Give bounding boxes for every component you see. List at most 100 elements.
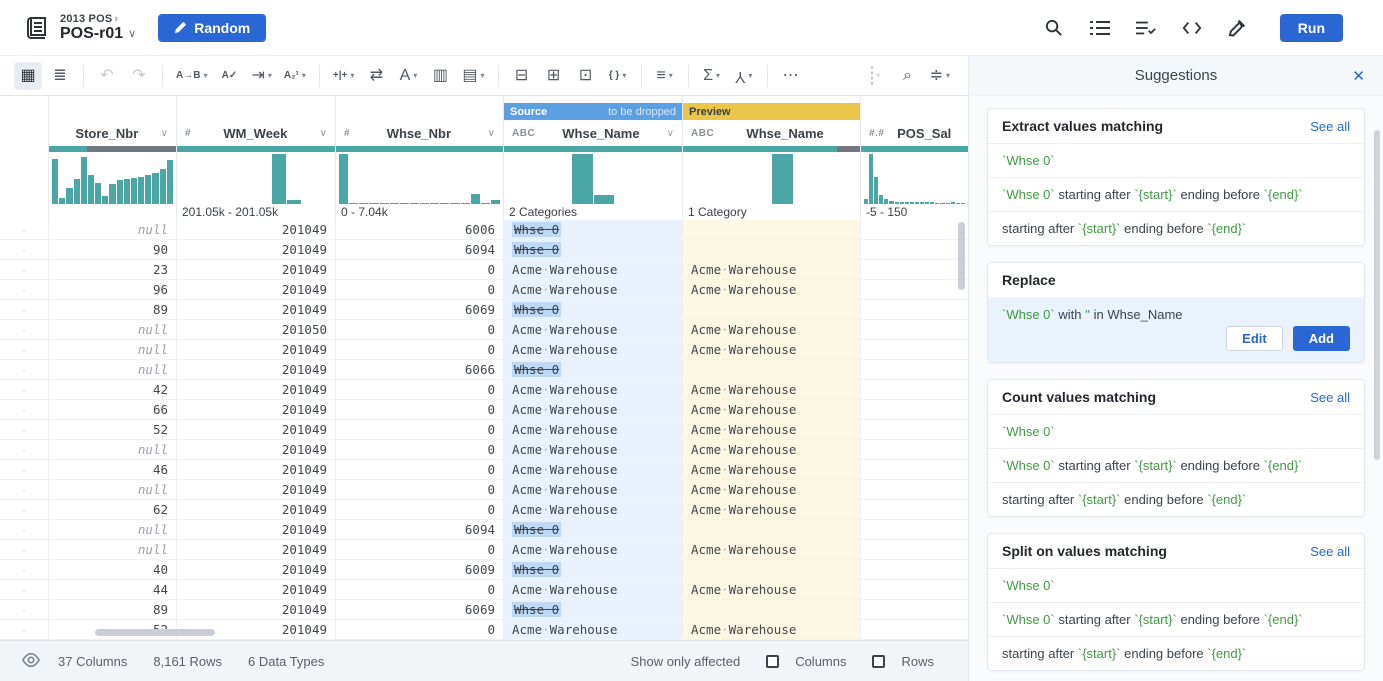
row-handle[interactable]: · — [0, 340, 48, 359]
row-handle[interactable]: · — [0, 280, 48, 299]
cell-whse[interactable]: 6094 — [335, 520, 503, 539]
cell-week[interactable]: 201049 — [176, 520, 335, 539]
merge-columns-icon[interactable]: ⇄ — [362, 62, 390, 90]
settings-sliders-icon[interactable]: ≑▾ — [926, 62, 954, 90]
cell-pos[interactable] — [860, 340, 968, 359]
cell-name_prev[interactable]: Acme·Warehouse — [682, 280, 860, 299]
cell-store[interactable]: null — [48, 440, 176, 459]
cell-whse[interactable]: 0 — [335, 340, 503, 359]
column-histogram[interactable] — [49, 152, 176, 204]
cell-pos[interactable] — [860, 300, 968, 319]
cell-pos[interactable] — [860, 560, 968, 579]
run-button[interactable]: Run — [1280, 14, 1343, 42]
cell-whse[interactable]: 6069 — [335, 600, 503, 619]
recipe-icon[interactable] — [24, 15, 50, 41]
sort-filter-icon[interactable]: ≡▾ — [651, 62, 679, 90]
cell-whse[interactable]: 0 — [335, 480, 503, 499]
matched-value[interactable]: Whse·0 — [512, 302, 561, 317]
rows-checkbox[interactable] — [872, 655, 885, 668]
cell-name_src[interactable]: Whse·0 — [503, 220, 682, 239]
cell-store[interactable]: 96 — [48, 280, 176, 299]
count-values-icon[interactable]: A₂¹▾ — [280, 62, 310, 90]
cell-name_src[interactable]: Whse·0 — [503, 300, 682, 319]
cell-whse[interactable]: 6094 — [335, 240, 503, 259]
breadcrumb[interactable]: 2013 POS› — [60, 13, 136, 25]
cell-pos[interactable] — [860, 360, 968, 379]
cell-name_src[interactable]: Whse·0 — [503, 520, 682, 539]
search-recipe-icon[interactable]: ⌕ — [894, 62, 922, 90]
column-header-pos[interactable]: #.#POS_Sal-5 - 150 — [860, 96, 968, 220]
cell-whse[interactable]: 0 — [335, 580, 503, 599]
cell-name_prev[interactable] — [682, 300, 860, 319]
matched-value[interactable]: Whse·0 — [512, 222, 561, 237]
chevron-down-icon[interactable]: ∨ — [488, 128, 495, 139]
matched-value[interactable]: Whse·0 — [512, 562, 561, 577]
matched-value[interactable]: Whse·0 — [512, 602, 561, 617]
cell-week[interactable]: 201049 — [176, 560, 335, 579]
cell-name_src[interactable]: Acme·Warehouse — [503, 320, 682, 339]
data-quality-bar[interactable] — [861, 146, 968, 152]
suggestion-item[interactable]: `Whse 0` starting after `{start}` ending… — [988, 177, 1364, 211]
cell-name_src[interactable]: Acme·Warehouse — [503, 340, 682, 359]
cell-name_src[interactable]: Acme·Warehouse — [503, 280, 682, 299]
row-handle[interactable]: · — [0, 380, 48, 399]
split-column-icon[interactable]: +|+▾ — [329, 62, 359, 90]
cell-name_prev[interactable]: Acme·Warehouse — [682, 380, 860, 399]
see-all-link[interactable]: See all — [1310, 544, 1350, 559]
more-icon[interactable]: ⋯ — [777, 62, 805, 90]
suggestion-item[interactable]: `Whse 0` — [988, 568, 1364, 602]
cell-name_prev[interactable]: Acme·Warehouse — [682, 580, 860, 599]
cell-week[interactable]: 201049 — [176, 280, 335, 299]
cell-whse[interactable]: 0 — [335, 400, 503, 419]
transpose-icon[interactable]: ⊞ — [540, 62, 568, 90]
cell-week[interactable]: 201049 — [176, 480, 335, 499]
row-handle[interactable]: · — [0, 400, 48, 419]
cell-name_src[interactable]: Acme·Warehouse — [503, 260, 682, 279]
matched-value[interactable]: Whse·0 — [512, 522, 561, 537]
functions-icon[interactable]: { }▾ — [604, 62, 632, 90]
suggestion-item[interactable]: starting after `{start}` ending before `… — [988, 636, 1364, 670]
row-handle[interactable]: · — [0, 560, 48, 579]
cell-name_prev[interactable]: Acme·Warehouse — [682, 420, 860, 439]
add-button[interactable]: Add — [1293, 326, 1350, 351]
row-handle[interactable]: · — [0, 360, 48, 379]
row-handle[interactable]: · — [0, 460, 48, 479]
cell-name_prev[interactable]: Acme·Warehouse — [682, 620, 860, 639]
cell-week[interactable]: 201049 — [176, 240, 335, 259]
cell-store[interactable]: null — [48, 360, 176, 379]
matched-value[interactable]: Whse·0 — [512, 362, 561, 377]
chevron-down-icon[interactable]: ∨ — [667, 128, 674, 139]
cell-name_prev[interactable]: Acme·Warehouse — [682, 260, 860, 279]
cell-name_src[interactable]: Acme·Warehouse — [503, 580, 682, 599]
cell-name_src[interactable]: Acme·Warehouse — [503, 500, 682, 519]
row-handle[interactable]: · — [0, 540, 48, 559]
cell-pos[interactable] — [860, 260, 968, 279]
cell-pos[interactable] — [860, 540, 968, 559]
column-header-name_src[interactable]: Sourceto be droppedABCWhse_Name∨2 Catego… — [503, 96, 682, 220]
column-header-store[interactable]: Store_Nbr∨ — [48, 96, 176, 220]
row-handle[interactable]: · — [0, 480, 48, 499]
column-histogram[interactable] — [861, 152, 968, 204]
cell-pos[interactable] — [860, 440, 968, 459]
suggestion-item[interactable]: `Whse 0` with '' in Whse_NameEditAdd — [988, 297, 1364, 362]
standardize-icon[interactable]: A✓ — [215, 62, 243, 90]
cell-week[interactable]: 201049 — [176, 400, 335, 419]
cell-week[interactable]: 201049 — [176, 420, 335, 439]
row-handle[interactable]: · — [0, 600, 48, 619]
row-handle[interactable]: · — [0, 440, 48, 459]
cell-week[interactable]: 201049 — [176, 440, 335, 459]
cell-whse[interactable]: 0 — [335, 540, 503, 559]
data-quality-bar[interactable] — [177, 146, 335, 152]
cell-store[interactable]: 89 — [48, 600, 176, 619]
row-handle[interactable]: · — [0, 320, 48, 339]
see-all-link[interactable]: See all — [1310, 390, 1350, 405]
cell-pos[interactable] — [860, 600, 968, 619]
data-quality-bar[interactable] — [504, 146, 682, 152]
column-histogram[interactable] — [336, 152, 503, 204]
cell-week[interactable]: 201049 — [176, 580, 335, 599]
cell-name_prev[interactable] — [682, 240, 860, 259]
row-handle[interactable]: · — [0, 420, 48, 439]
cell-week[interactable]: 201049 — [176, 300, 335, 319]
cell-week[interactable]: 201049 — [176, 220, 335, 239]
cell-name_prev[interactable]: Acme·Warehouse — [682, 480, 860, 499]
